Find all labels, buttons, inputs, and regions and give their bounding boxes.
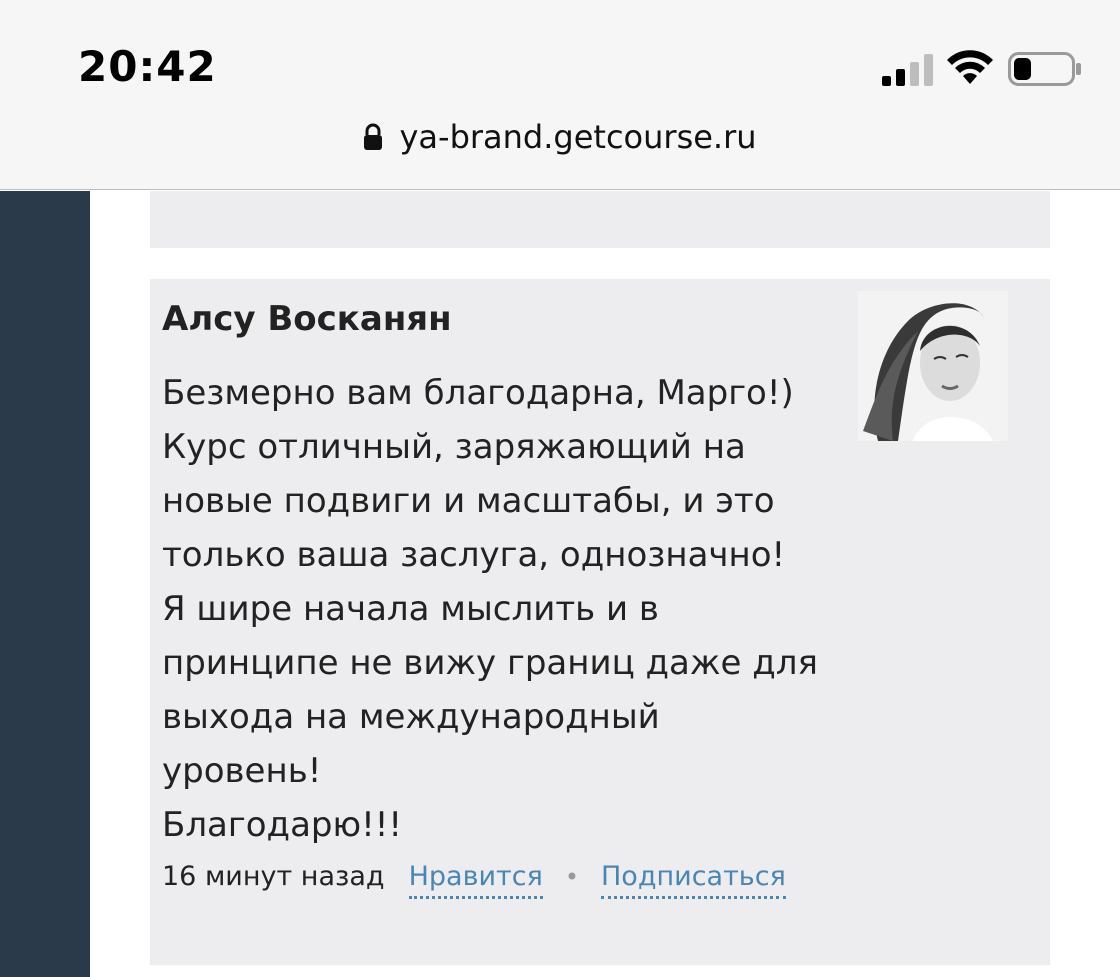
battery-icon xyxy=(1008,52,1081,86)
url-text[interactable]: ya-brand.getcourse.ru xyxy=(399,118,756,156)
wifi-icon xyxy=(947,50,993,84)
comment-meta: 16 минут назад Нравится • Подписаться xyxy=(162,861,786,899)
comment-timestamp: 16 минут назад xyxy=(162,861,385,892)
status-time: 20:42 xyxy=(78,42,217,91)
comment-card: Алсу Восканян Безмерно вам благодарна, М… xyxy=(150,279,1050,965)
comment-text: Безмерно вам благодарна, Марго!) Курс от… xyxy=(162,373,818,845)
avatar[interactable] xyxy=(858,291,1008,441)
avatar-portrait xyxy=(858,291,1008,441)
sidebar-panel xyxy=(0,191,90,977)
comment-author[interactable]: Алсу Восканян xyxy=(162,299,452,339)
like-link[interactable]: Нравится xyxy=(408,861,543,899)
separator-dot: • xyxy=(564,863,579,891)
previous-comment-card xyxy=(150,191,1050,248)
cellular-signal-icon xyxy=(882,54,933,86)
lock-icon xyxy=(364,123,383,150)
subscribe-link[interactable]: Подписаться xyxy=(601,861,786,899)
status-bar: 20:42 ya-brand.getcourse.ru xyxy=(0,0,1120,190)
address-bar[interactable]: ya-brand.getcourse.ru xyxy=(0,118,1120,168)
